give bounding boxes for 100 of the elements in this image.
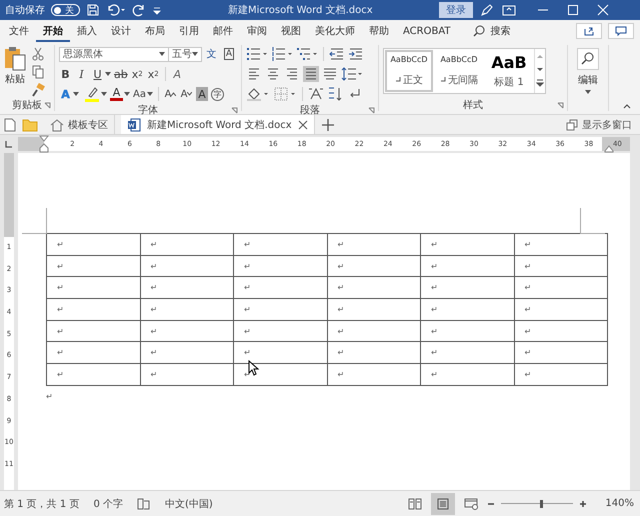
paragraph-mark: ↵ [150,326,158,336]
dialog-launcher-icon[interactable] [44,102,51,109]
redo-icon[interactable] [132,3,146,17]
dropdown-icon[interactable] [192,52,198,56]
paragraph-mark: ↵ [244,240,251,249]
multi-window-button[interactable]: 显示多窗口 [566,118,640,132]
language-label[interactable]: 中文(中国) [165,496,213,510]
comment-icon[interactable] [608,23,634,39]
sort-icon[interactable] [327,86,343,102]
decrease-indent-icon[interactable] [329,46,345,62]
align-right-button[interactable] [284,66,300,82]
page-count[interactable]: 第 1 页，共 1 页 [4,496,80,510]
close-tab-icon[interactable] [298,120,308,130]
share-icon[interactable] [576,23,602,39]
indent-marker-icon[interactable] [39,135,49,153]
paragraph-mark: ↵ [338,240,344,249]
character-border-button[interactable]: A [224,48,234,60]
ribbon-tab[interactable]: 邮件 [206,20,240,42]
paragraph-mark: ↵ [150,283,158,292]
new-tab-icon[interactable] [320,118,335,132]
style-item[interactable]: AaB 标题 1 [484,49,534,93]
change-case-button[interactable]: Aa [133,86,146,102]
ribbon-tab[interactable]: ACROBAT [396,20,458,42]
paragraph-mark: ↵ [431,370,438,379]
font-size-field[interactable]: 五号 [168,46,202,62]
style-item[interactable]: AaBbCcD 无间隔 [434,49,484,93]
shading-icon[interactable] [246,86,270,102]
ribbon-tab[interactable]: 帮助 [362,20,396,42]
ribbon-tab[interactable]: 设计 [104,20,138,42]
editing-button[interactable]: 编辑 [577,48,599,94]
paragraph-mark: ↵ [150,262,158,271]
ribbon-tab[interactable]: 美化大师 [308,20,362,42]
login-button[interactable]: 登录 [439,2,473,18]
copy-icon[interactable] [31,65,45,79]
underline-button[interactable]: U [91,66,104,82]
zoom-in-icon[interactable] [579,500,588,508]
dialog-launcher-icon[interactable] [368,107,375,114]
paragraph-mark: ↵ [57,370,64,379]
line-spacing-icon[interactable] [341,66,363,82]
ribbon-tab[interactable]: 引用 [172,20,206,42]
format-painter-icon[interactable] [31,83,45,97]
document-tab[interactable]: 新建Microsoft Word 文档.docx [121,115,315,134]
paste-button[interactable]: 粘贴 [3,45,27,98]
new-document-icon[interactable] [4,118,16,132]
clear-formatting-button[interactable]: A [170,66,184,82]
align-distributed-button[interactable] [322,66,338,82]
shrink-font-button[interactable]: A [180,86,193,102]
bullets-icon[interactable] [246,46,268,62]
ribbon-tab[interactable]: 布局 [138,20,172,42]
style-item[interactable]: AaBbCcD 正文 [384,49,434,93]
highlighter-icon[interactable] [84,86,100,102]
text-effects-button[interactable]: A [59,86,72,102]
dialog-launcher-icon[interactable] [231,107,238,114]
template-tab[interactable]: 模板专区 [44,115,115,134]
word-count[interactable]: 0 个字 [93,496,123,510]
collapse-ribbon-icon[interactable] [622,102,632,110]
dropdown-icon[interactable] [147,92,153,96]
dropdown-icon[interactable] [124,92,130,96]
cut-icon[interactable] [31,47,45,61]
pen-icon[interactable] [479,3,495,17]
search-label[interactable]: 搜索 [490,24,510,38]
close-icon[interactable] [597,4,609,16]
enclose-characters-button[interactable]: 字 [211,88,224,100]
ribbon-tab[interactable]: 插入 [70,20,104,42]
print-layout-icon[interactable] [431,492,456,514]
asian-layout-icon[interactable] [308,86,324,102]
align-center-button[interactable] [265,66,281,82]
ribbon-tab[interactable]: 视图 [274,20,308,42]
ribbon-tab[interactable]: 开始 [36,20,70,42]
dropdown-icon[interactable] [73,92,79,96]
paragraph-mark: ↵ [338,326,344,336]
proofing-icon[interactable] [137,498,151,510]
autosave-toggle[interactable]: 关 [51,4,80,16]
phonetic-guide-button[interactable]: 文 [205,46,218,62]
align-left-button[interactable] [246,66,262,82]
italic-button[interactable]: I [75,66,88,82]
strikethrough-button[interactable]: ab [114,66,128,82]
zoom-level[interactable]: 140% [605,498,634,509]
ribbon-display-icon[interactable] [501,3,517,17]
font-name-field[interactable]: 思源黑体 [59,46,169,62]
dropdown-icon[interactable] [101,92,107,96]
dropdown-icon[interactable] [159,52,165,56]
search-icon[interactable] [472,24,486,38]
autosave-label: 自动保存 [5,4,45,17]
numbering-icon[interactable] [271,46,293,62]
save-icon[interactable] [86,3,100,17]
undo-icon[interactable] [106,3,126,17]
bold-button[interactable]: B [59,66,72,82]
dropdown-icon[interactable] [105,72,111,76]
dialog-launcher-icon[interactable] [557,102,564,109]
ribbon-tab[interactable]: 文件 [2,20,36,42]
character-shading-button[interactable]: A [196,87,208,101]
ribbon-tab[interactable]: 审阅 [240,20,274,42]
align-justify-button[interactable] [303,66,319,82]
multilevel-list-icon[interactable] [296,46,318,62]
font-color-button[interactable]: A [110,88,123,100]
maximize-icon[interactable] [567,4,579,16]
script-button[interactable]: x$^{2}$ [146,66,160,82]
increase-indent-icon[interactable] [348,46,364,62]
grow-font-button[interactable]: A [164,86,177,102]
